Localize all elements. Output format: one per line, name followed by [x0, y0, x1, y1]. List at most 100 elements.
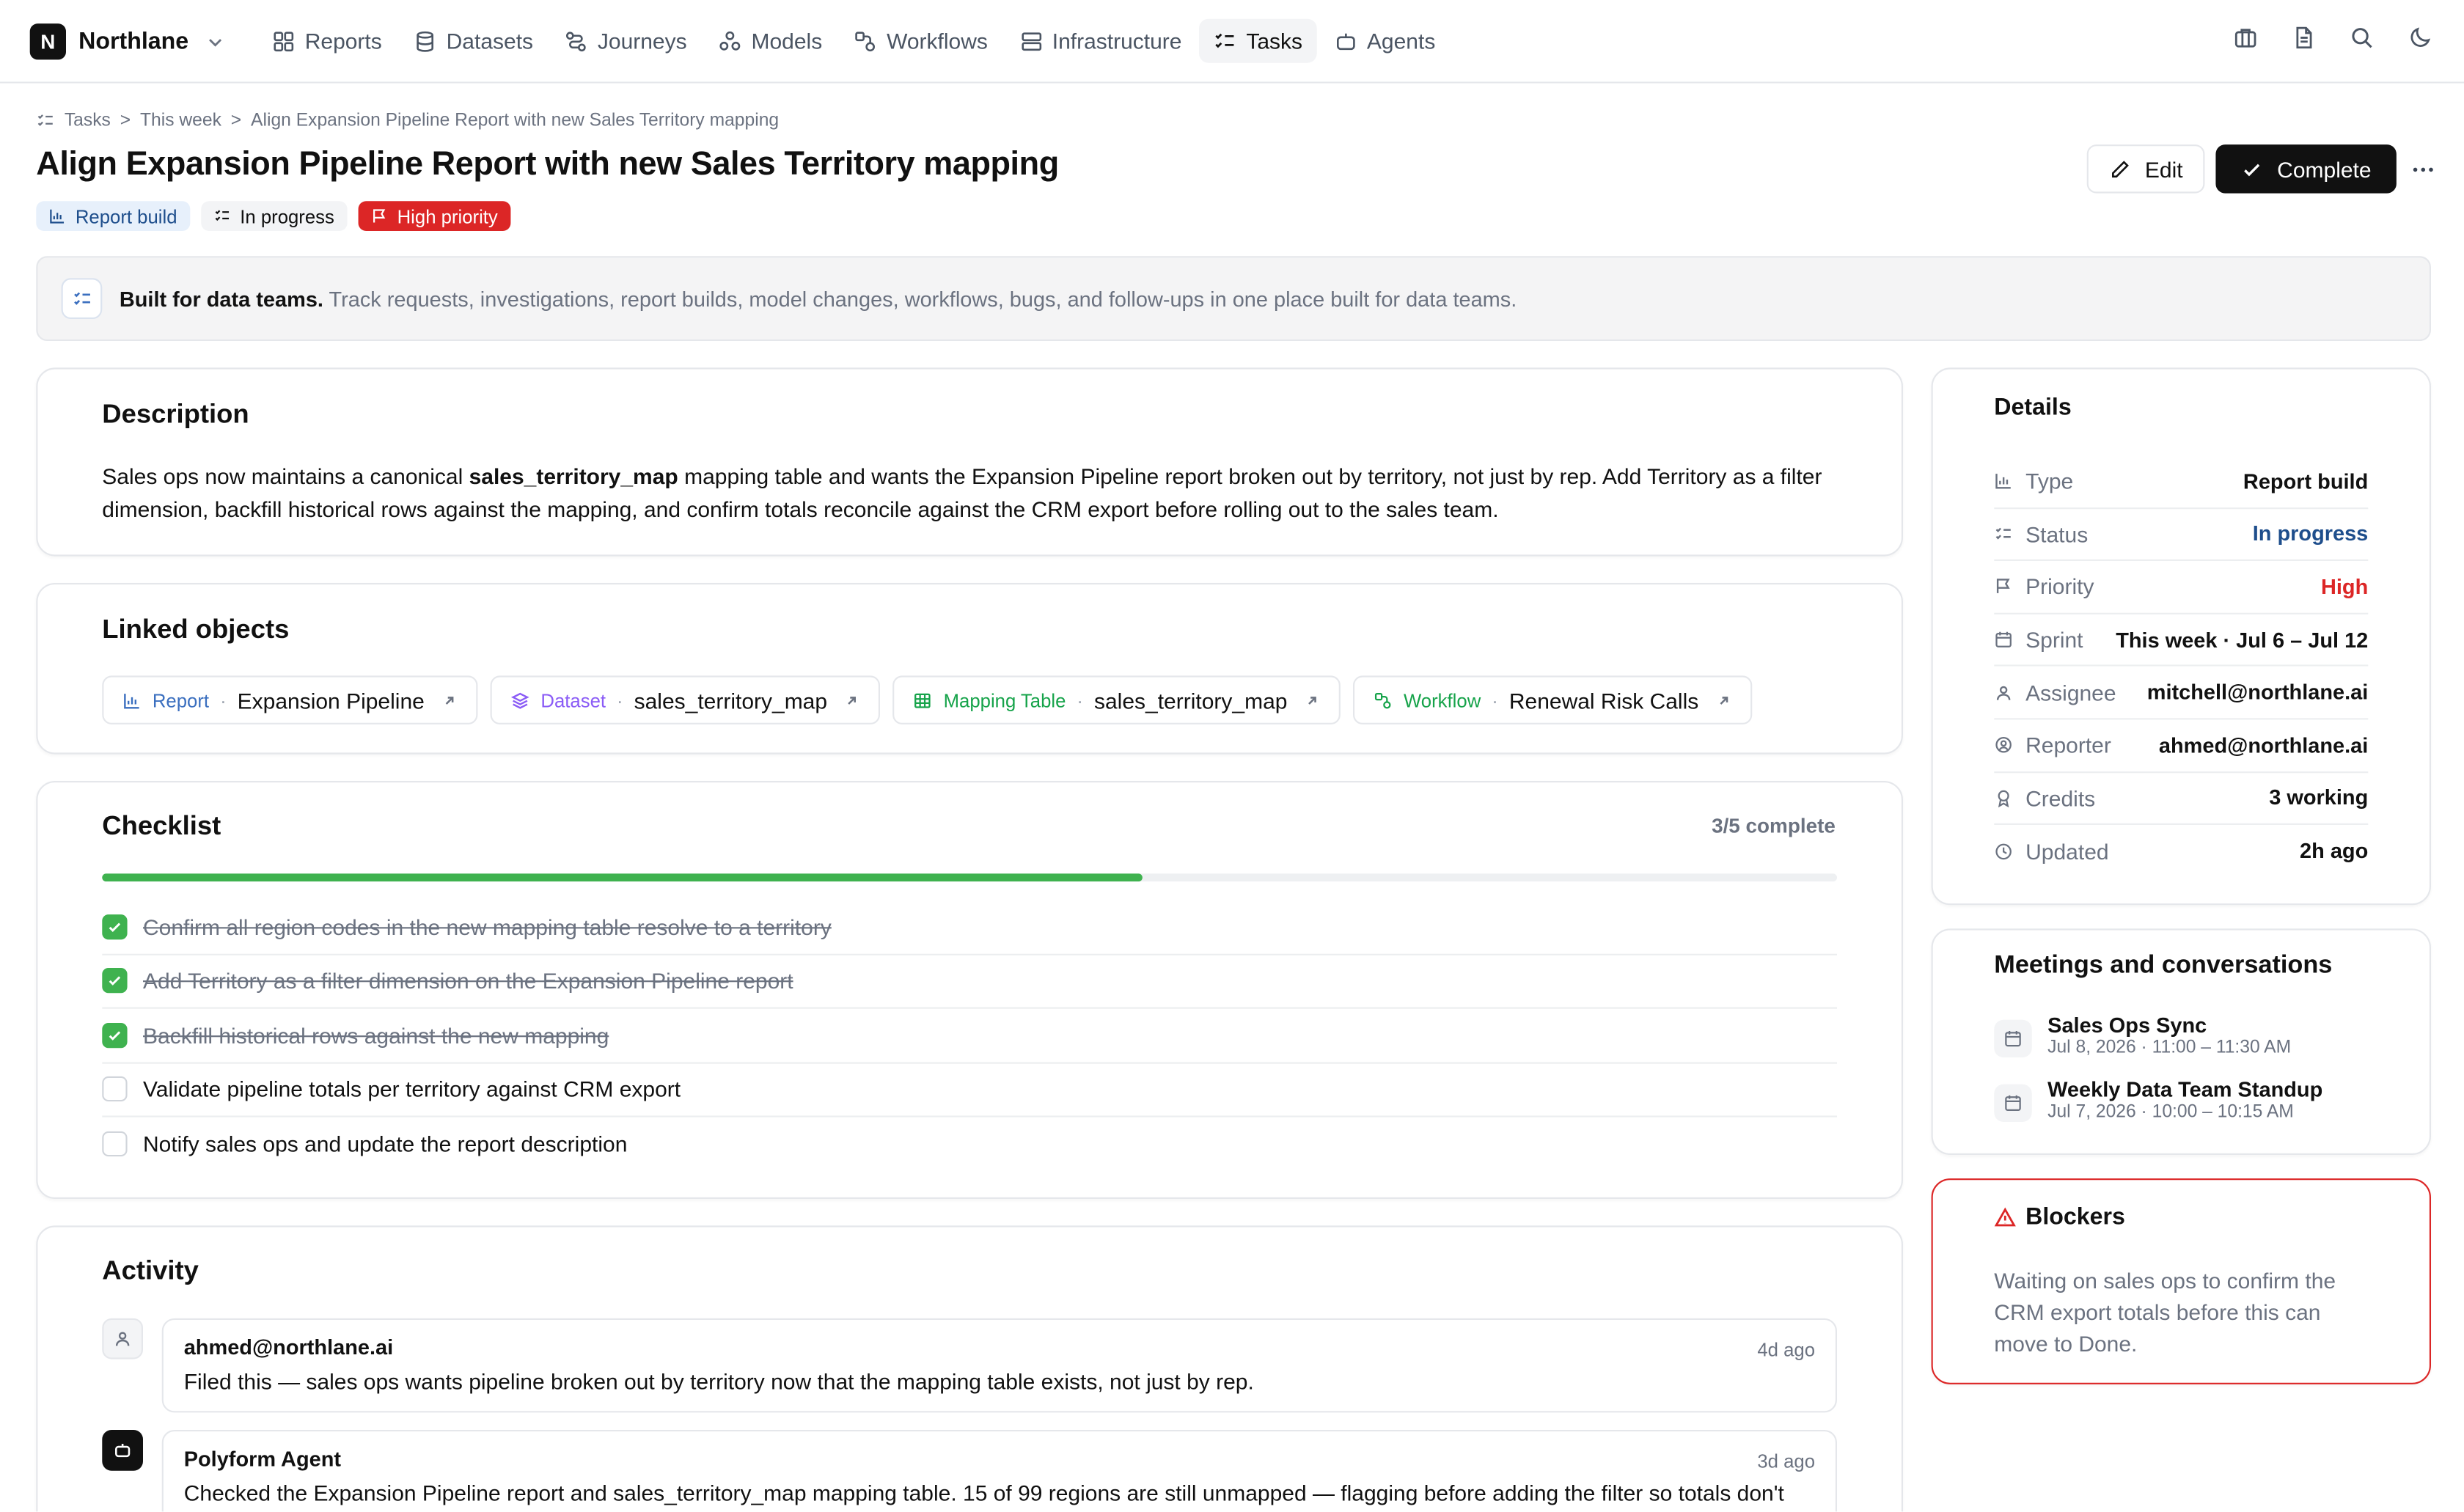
checklist-progress-bar: [102, 873, 1838, 882]
checklist-checkbox[interactable]: [102, 914, 128, 939]
breadcrumb-separator: >: [120, 111, 131, 131]
nav-tasks-label: Tasks: [1246, 28, 1303, 54]
tasks-icon: [1215, 32, 1234, 48]
main-nav: Reports Datasets Journeys Models Workflo…: [257, 18, 1450, 63]
detail-label: Credits: [2025, 785, 2096, 811]
linked-dataset-chip[interactable]: Dataset · sales_territory_map: [490, 675, 881, 724]
external-link-icon: [1720, 696, 1728, 704]
checklist-title: Checklist: [102, 810, 221, 841]
avatar: [102, 1318, 143, 1359]
search-icon[interactable]: [2350, 25, 2375, 50]
linked-report-chip[interactable]: Report · Expansion Pipeline: [102, 675, 478, 724]
chart-icon: [124, 692, 139, 708]
journeys-icon: [566, 31, 587, 51]
breadcrumb-this-week[interactable]: This week: [140, 111, 221, 131]
tasks-icon: [61, 278, 103, 319]
checklist-items: Confirm all region codes in the new mapp…: [102, 900, 1838, 1172]
agent-icon: [115, 1444, 131, 1458]
checklist-progress-fill: [102, 873, 1143, 882]
chip-kind: Report: [152, 689, 210, 711]
priority-badge: High priority: [358, 201, 510, 231]
task-badges: Report build In progress High priority: [36, 201, 510, 231]
detail-value[interactable]: This week · Jul 6 – Jul 12: [2116, 628, 2368, 651]
checklist-item-text: Validate pipeline totals per territory a…: [143, 1076, 681, 1102]
meeting-time: Jul 7, 2026 · 10:00 – 10:15 AM: [2047, 1103, 2294, 1122]
linked-mapping-table-chip[interactable]: Mapping Table · sales_territory_map: [893, 675, 1341, 724]
meetings-card: Meetings and conversations Sales Ops Syn…: [1931, 928, 2431, 1155]
blockers-text: Waiting on sales ops to confirm the CRM …: [1994, 1268, 2336, 1357]
meeting-item[interactable]: Sales Ops Sync Jul 8, 2026 · 11:00 – 11:…: [1994, 1013, 2291, 1058]
checklist-checkbox[interactable]: [102, 1076, 128, 1102]
pencil-icon: [2111, 160, 2129, 177]
meeting-name: Sales Ops Sync: [2047, 1013, 2207, 1038]
chip-name: sales_territory_map: [634, 687, 828, 713]
nav-journeys[interactable]: Journeys: [551, 19, 701, 63]
calendar-icon: [1995, 631, 2012, 648]
detail-value[interactable]: mitchell@northlane.ai: [2147, 680, 2369, 704]
chip-kind: Dataset: [540, 689, 606, 711]
description-text-part: Sales ops now maintains a canonical: [102, 463, 469, 489]
user-circle-icon: [1995, 737, 2012, 754]
nav-reports[interactable]: Reports: [257, 19, 396, 63]
detail-label: Priority: [2025, 574, 2094, 600]
detail-label: Type: [2025, 469, 2074, 494]
complete-button-label: Complete: [2277, 156, 2372, 182]
breadcrumb-tasks[interactable]: Tasks: [65, 111, 111, 131]
blockers-title: Blockers: [2025, 1203, 2125, 1230]
nav-models-label: Models: [751, 28, 823, 54]
calendar-icon: [1994, 1084, 2032, 1122]
description-card: Description Sales ops now maintains a ca…: [36, 367, 1904, 557]
meeting-name: Weekly Data Team Standup: [2047, 1078, 2323, 1102]
app-logo: N: [29, 23, 66, 60]
detail-value[interactable]: In progress: [2253, 522, 2369, 546]
document-icon[interactable]: [2291, 25, 2316, 50]
moon-icon[interactable]: [2408, 25, 2432, 50]
clock-icon: [1995, 843, 2012, 860]
nav-workflows[interactable]: Workflows: [840, 19, 1002, 63]
workspace-switcher[interactable]: N Northlane: [29, 23, 227, 60]
detail-row-priority: Priority High: [1994, 561, 2369, 614]
detail-value[interactable]: High: [2321, 575, 2368, 598]
reports-icon: [274, 31, 294, 51]
activity-time: 4d ago: [1757, 1338, 1815, 1361]
checklist-item: Validate pipeline totals per territory a…: [102, 1063, 1838, 1118]
chart-icon: [50, 209, 65, 224]
breadcrumb-separator: >: [230, 111, 242, 131]
nav-models[interactable]: Models: [704, 19, 836, 63]
external-link-icon: [445, 696, 454, 704]
edit-button[interactable]: Edit: [2086, 144, 2205, 194]
nav-infrastructure[interactable]: Infrastructure: [1005, 19, 1195, 63]
meetings-title: Meetings and conversations: [1994, 952, 2333, 979]
nav-agents-label: Agents: [1366, 28, 1436, 54]
meeting-item[interactable]: Weekly Data Team Standup Jul 7, 2026 · 1…: [1994, 1078, 2322, 1122]
chip-name: Expansion Pipeline: [237, 687, 425, 713]
external-link-icon: [848, 696, 857, 704]
checklist-checkbox[interactable]: [102, 1022, 128, 1048]
linked-objects-title: Linked objects: [102, 614, 290, 645]
status-badge-label: In progress: [240, 205, 334, 227]
checklist-checkbox[interactable]: [102, 968, 128, 994]
detail-label: Sprint: [2025, 627, 2083, 653]
more-options-icon[interactable]: [2410, 156, 2435, 181]
check-icon: [2244, 163, 2260, 176]
checklist-item-text: Notify sales ops and update the report d…: [143, 1131, 628, 1157]
check-icon: [109, 1030, 121, 1041]
complete-button[interactable]: Complete: [2215, 144, 2397, 194]
linked-workflow-chip[interactable]: Workflow · Renewal Risk Calls: [1353, 675, 1753, 724]
briefcase-icon[interactable]: [2233, 25, 2258, 50]
nav-agents[interactable]: Agents: [1320, 19, 1450, 63]
blockers-card: Blockers Waiting on sales ops to confirm…: [1931, 1178, 2431, 1384]
detail-row-reporter: Reporter ahmed@northlane.ai: [1994, 719, 2369, 773]
flag-icon: [1996, 579, 2010, 594]
datasets-icon: [417, 30, 434, 51]
workflow-icon: [1375, 691, 1391, 708]
activity-title: Activity: [102, 1255, 199, 1285]
checklist-item: Add Territory as a filter dimension on t…: [102, 955, 1838, 1009]
detail-row-assignee: Assignee mitchell@northlane.ai: [1994, 667, 2369, 720]
checklist-checkbox[interactable]: [102, 1131, 128, 1157]
nav-tasks[interactable]: Tasks: [1199, 18, 1317, 63]
list-icon: [214, 210, 229, 221]
chip-name: Renewal Risk Calls: [1508, 687, 1699, 713]
nav-datasets[interactable]: Datasets: [399, 19, 547, 63]
external-link-icon: [1308, 696, 1317, 704]
